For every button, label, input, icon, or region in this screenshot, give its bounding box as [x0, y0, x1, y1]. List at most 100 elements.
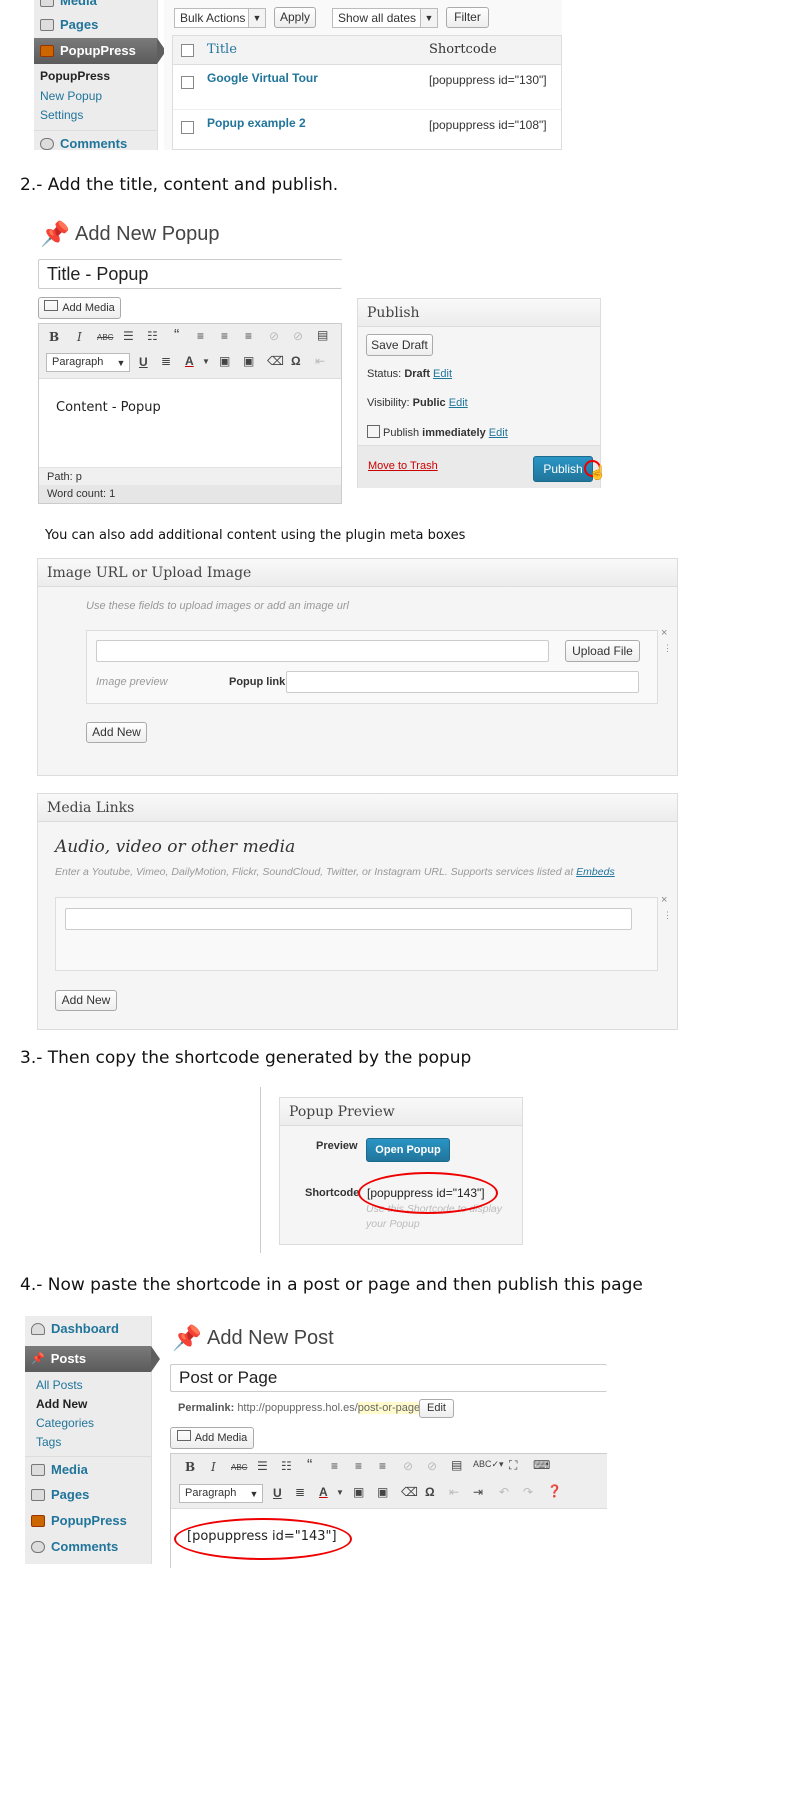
dates-select[interactable]: Show all dates ▼ — [332, 8, 438, 28]
paragraph-select[interactable]: Paragraph ▼ — [179, 1484, 263, 1503]
strikethrough-button[interactable]: ABC — [97, 333, 113, 342]
paste-word-icon[interactable]: ▣ — [243, 354, 254, 368]
text-color-button[interactable]: A — [319, 1485, 328, 1499]
bullet-list-icon[interactable]: ☰ — [123, 329, 134, 343]
image-add-new-button[interactable]: Add New — [86, 722, 147, 743]
embeds-link[interactable]: Embeds — [576, 866, 615, 878]
bold-button[interactable]: B — [185, 1460, 195, 1474]
row-checkbox[interactable] — [181, 121, 194, 134]
remove-group-icon[interactable]: × — [661, 627, 667, 639]
editor-content[interactable]: Content - Popup — [56, 400, 161, 415]
sidebar-item-dashboard[interactable]: Dashboard — [25, 1316, 151, 1342]
undo-icon[interactable]: ↶ — [499, 1485, 509, 1499]
special-char-button[interactable]: Ω — [291, 354, 301, 368]
spellcheck-icon[interactable]: ABC✓▾ — [473, 1459, 504, 1470]
submenu-add-new[interactable]: Add New — [36, 1397, 87, 1411]
numbered-list-icon[interactable]: ☷ — [147, 329, 158, 343]
popup-title-input[interactable]: Title - Popup — [38, 259, 342, 289]
eraser-icon[interactable]: ⌫ — [267, 354, 284, 368]
align-center-icon[interactable]: ≡ — [221, 329, 228, 343]
paste-text-icon[interactable]: ▣ — [353, 1485, 364, 1499]
row-title[interactable]: Google Virtual Tour — [207, 71, 318, 85]
submenu-all-posts[interactable]: All Posts — [36, 1378, 83, 1392]
sidebar-item-comments[interactable]: Comments — [25, 1534, 151, 1560]
unlink-icon[interactable]: ⊘ — [427, 1459, 437, 1473]
status-edit-link[interactable]: Edit — [433, 368, 452, 380]
redo-icon[interactable]: ↷ — [523, 1485, 533, 1499]
outdent-icon[interactable]: ⇤ — [449, 1485, 459, 1499]
strikethrough-button[interactable]: ABC — [231, 1463, 247, 1472]
popup-link-input[interactable] — [286, 671, 639, 693]
submenu-new-popup[interactable]: New Popup — [40, 89, 102, 103]
italic-button[interactable]: I — [77, 330, 82, 344]
bold-button[interactable]: B — [49, 330, 59, 344]
submenu-categories[interactable]: Categories — [36, 1416, 94, 1430]
paste-text-icon[interactable]: ▣ — [219, 354, 230, 368]
visibility-edit-link[interactable]: Edit — [449, 397, 468, 409]
permalink-edit-button[interactable]: Edit — [419, 1399, 454, 1418]
link-icon[interactable]: ⊘ — [403, 1459, 413, 1473]
unlink-icon[interactable]: ⊘ — [293, 329, 303, 343]
permalink-slug[interactable]: post-or-page — [357, 1402, 421, 1414]
bulk-actions-select[interactable]: Bulk Actions ▼ — [174, 8, 266, 28]
color-chevron-icon[interactable]: ▼ — [202, 357, 210, 366]
align-right-icon[interactable]: ≡ — [379, 1459, 386, 1473]
sidebar-item-media[interactable]: Media — [25, 1456, 151, 1482]
submenu-settings[interactable]: Settings — [40, 108, 83, 122]
justify-icon[interactable]: ≣ — [295, 1485, 305, 1499]
kitchen-sink-icon[interactable]: ⌨ — [533, 1458, 550, 1472]
sidebar-item-posts[interactable]: 📌 Posts — [25, 1346, 160, 1372]
row-checkbox[interactable] — [181, 76, 194, 89]
eraser-icon[interactable]: ⌫ — [401, 1485, 418, 1499]
row-title[interactable]: Popup example 2 — [207, 116, 306, 130]
submenu-tags[interactable]: Tags — [36, 1435, 61, 1449]
underline-button[interactable]: U — [139, 355, 148, 369]
add-media-button[interactable]: Add Media — [38, 297, 121, 319]
add-media-button[interactable]: Add Media — [170, 1427, 254, 1449]
special-char-button[interactable]: Ω — [425, 1485, 435, 1499]
paste-word-icon[interactable]: ▣ — [377, 1485, 388, 1499]
blockquote-button[interactable]: “ — [174, 327, 179, 345]
sidebar-item-comments[interactable]: Comments — [34, 130, 157, 156]
move-to-trash-link[interactable]: Move to Trash — [368, 460, 438, 472]
media-add-new-button[interactable]: Add New — [55, 990, 117, 1011]
fullscreen-icon[interactable]: ⛶ — [509, 1458, 517, 1473]
sidebar-item-popuppress[interactable]: PopupPress — [34, 38, 166, 64]
align-left-icon[interactable]: ≡ — [331, 1459, 338, 1473]
media-url-input[interactable] — [65, 908, 632, 930]
remove-group-icon[interactable]: × — [661, 894, 667, 906]
text-color-button[interactable]: A — [185, 354, 194, 368]
upload-file-button[interactable]: Upload File — [565, 640, 640, 662]
numbered-list-icon[interactable]: ☷ — [281, 1459, 292, 1473]
open-popup-button[interactable]: Open Popup — [366, 1138, 450, 1162]
col-title[interactable]: Title — [207, 42, 237, 57]
save-draft-button[interactable]: Save Draft — [366, 334, 433, 356]
blockquote-button[interactable]: “ — [307, 1457, 312, 1475]
drag-handle-icon[interactable]: ⋮ — [663, 910, 672, 921]
align-center-icon[interactable]: ≡ — [355, 1459, 362, 1473]
link-icon[interactable]: ⊘ — [269, 329, 279, 343]
paragraph-select[interactable]: Paragraph ▼ — [46, 353, 130, 372]
underline-button[interactable]: U — [273, 1486, 282, 1500]
help-icon[interactable]: ❓ — [547, 1484, 562, 1498]
select-all-checkbox[interactable] — [181, 44, 194, 57]
indent-icon[interactable]: ⇥ — [473, 1485, 483, 1499]
post-title-input[interactable]: Post or Page — [170, 1364, 607, 1392]
outdent-icon[interactable]: ⇤ — [315, 354, 325, 368]
more-tag-icon[interactable]: ▤ — [317, 328, 328, 342]
align-left-icon[interactable]: ≡ — [197, 329, 204, 343]
sidebar-item-pages[interactable]: Pages — [34, 12, 157, 38]
more-tag-icon[interactable]: ▤ — [451, 1458, 462, 1472]
align-right-icon[interactable]: ≡ — [245, 329, 252, 343]
justify-icon[interactable]: ≣ — [161, 354, 171, 368]
schedule-edit-link[interactable]: Edit — [489, 427, 508, 439]
filter-button[interactable]: Filter — [446, 7, 489, 28]
italic-button[interactable]: I — [211, 1460, 216, 1474]
image-url-input[interactable] — [96, 640, 549, 662]
bullet-list-icon[interactable]: ☰ — [257, 1459, 268, 1473]
sidebar-item-pages[interactable]: Pages — [25, 1482, 151, 1508]
drag-handle-icon[interactable]: ⋮ — [663, 643, 672, 654]
apply-button[interactable]: Apply — [274, 7, 316, 28]
sidebar-item-popuppress[interactable]: PopupPress — [25, 1508, 151, 1534]
submenu-popuppress[interactable]: PopupPress — [40, 69, 110, 83]
